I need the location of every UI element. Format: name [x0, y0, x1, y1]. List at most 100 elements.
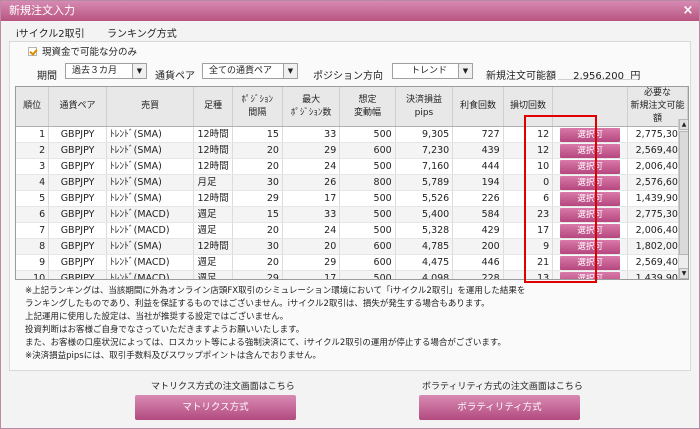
- cell-trade: ﾄﾚﾝﾄﾞ(SMA): [106, 126, 195, 143]
- cell-tp: 194: [452, 174, 504, 191]
- cell-trade: ﾄﾚﾝﾄﾞ(SMA): [106, 174, 195, 191]
- cell-trade: ﾄﾚﾝﾄﾞ(SMA): [106, 158, 195, 175]
- cell-max: 17: [282, 270, 341, 279]
- cell-trade: ﾄﾚﾝﾄﾞ(SMA): [106, 190, 195, 207]
- table-scrollbar[interactable]: ▲ ▼: [678, 119, 688, 279]
- cell-range: 800: [339, 174, 396, 191]
- cell-interval: 29: [232, 270, 283, 279]
- cell-pips: 5,328: [395, 222, 454, 239]
- cell-pair: GBPJPY: [48, 222, 107, 239]
- cell-pips: 5,789: [395, 174, 454, 191]
- scroll-up-icon[interactable]: ▲: [679, 119, 688, 130]
- cell-interval: 15: [232, 126, 283, 143]
- note-line: また、お客様の口座状況によっては、ロスカット等による強制決済にて、iサイクル2取…: [25, 338, 506, 348]
- note-line: ランキングしたものであり、利益を保証するものではございません。iサイクル2取引は…: [25, 299, 490, 309]
- cell-interval: 20: [232, 222, 283, 239]
- cell-range: 500: [339, 270, 396, 279]
- matrix-button[interactable]: マトリクス方式: [135, 395, 296, 420]
- cell-trade: ﾄﾚﾝﾄﾞ(MACD): [106, 270, 195, 279]
- period-label: 期間: [37, 71, 57, 82]
- available-unit: 円: [630, 71, 641, 82]
- period-select[interactable]: 過去３カ月 ▼: [65, 63, 147, 79]
- chevron-down-icon[interactable]: ▼: [458, 64, 472, 78]
- col-pair: 通貨ペア: [48, 87, 107, 127]
- cell-interval: 30: [232, 238, 283, 255]
- cell-pips: 4,475: [395, 254, 454, 271]
- col-tp: 利食回数: [452, 87, 504, 127]
- cell-pips: 7,160: [395, 158, 454, 175]
- cell-max: 24: [282, 158, 341, 175]
- cell-pair: GBPJPY: [48, 158, 107, 175]
- cell-tp: 228: [452, 270, 504, 279]
- col-max: 最大 ﾎﾟｼﾞｼｮﾝ数: [282, 87, 341, 127]
- cell-range: 600: [339, 238, 396, 255]
- chevron-down-icon[interactable]: ▼: [132, 64, 146, 78]
- cell-range: 600: [339, 142, 396, 159]
- cell-range: 500: [339, 126, 396, 143]
- select-column-highlight: [524, 115, 597, 283]
- cell-pips: 9,305: [395, 126, 454, 143]
- cell-tp: 200: [452, 238, 504, 255]
- cell-bar: 12時間: [193, 142, 233, 159]
- scroll-down-icon[interactable]: ▼: [679, 268, 688, 279]
- tab-bar: iサイクル2取引 ランキング方式: [1, 21, 699, 41]
- window-title: 新規注文入力: [9, 4, 75, 17]
- col-interval: ﾎﾟｼﾞｼｮﾝ 間隔: [232, 87, 283, 127]
- available-value: 2,956,200: [573, 71, 624, 82]
- cell-bar: 月足: [193, 174, 233, 191]
- cell-bar: 12時間: [193, 190, 233, 207]
- cell-pair: GBPJPY: [48, 254, 107, 271]
- cell-pips: 4,785: [395, 238, 454, 255]
- position-select[interactable]: トレンド ▼: [392, 63, 473, 79]
- cell-trade: ﾄﾚﾝﾄﾞ(SMA): [106, 142, 195, 159]
- cell-bar: 週足: [193, 254, 233, 271]
- cell-interval: 20: [232, 254, 283, 271]
- cell-bar: 12時間: [193, 238, 233, 255]
- cell-interval: 30: [232, 174, 283, 191]
- note-line: 上記運用に使用した設定は、当社が推奨する設定ではございません。: [25, 312, 289, 322]
- cell-tp: 429: [452, 222, 504, 239]
- tab-ranking[interactable]: ランキング方式: [107, 25, 177, 40]
- col-rank: 順位: [16, 87, 50, 127]
- pair-select[interactable]: 全ての通貨ペア ▼: [202, 63, 298, 79]
- volatility-button[interactable]: ボラティリティ方式: [419, 395, 580, 420]
- note-line: 投資判断はお客様ご自身でなさっていただきますようお願いいたします。: [25, 325, 305, 335]
- cell-tp: 439: [452, 142, 504, 159]
- note-line: ※上記ランキングは、当該期間に外為オンライン店頭FX取引のシミュレーション環境に…: [25, 286, 526, 296]
- cell-max: 24: [282, 222, 341, 239]
- cell-trade: ﾄﾚﾝﾄﾞ(SMA): [106, 238, 195, 255]
- cell-pair: GBPJPY: [48, 174, 107, 191]
- cell-range: 600: [339, 254, 396, 271]
- cell-rank: 5: [16, 190, 50, 207]
- cell-rank: 9: [16, 254, 50, 271]
- cell-rank: 6: [16, 206, 50, 223]
- cell-tp: 446: [452, 254, 504, 271]
- cell-interval: 15: [232, 206, 283, 223]
- cell-pair: GBPJPY: [48, 190, 107, 207]
- cell-interval: 20: [232, 158, 283, 175]
- own-funds-option[interactable]: 現資金で可能な分のみ: [28, 46, 137, 60]
- cell-trade: ﾄﾚﾝﾄﾞ(MACD): [106, 254, 195, 271]
- note-line: ※決済損益pipsには、取引手数料及びスワップポイントは含んでおりません。: [25, 351, 322, 361]
- available-label: 新規注文可能額: [486, 71, 556, 82]
- cell-pips: 7,230: [395, 142, 454, 159]
- cell-pair: GBPJPY: [48, 238, 107, 255]
- close-icon[interactable]: ×: [681, 4, 695, 18]
- cell-rank: 2: [16, 142, 50, 159]
- cell-tp: 226: [452, 190, 504, 207]
- position-value: トレンド: [411, 66, 448, 76]
- scroll-thumb[interactable]: [679, 131, 688, 255]
- tab-icycle2[interactable]: iサイクル2取引: [16, 25, 85, 40]
- cell-max: 20: [282, 238, 341, 255]
- cell-max: 29: [282, 142, 341, 159]
- cell-interval: 20: [232, 142, 283, 159]
- cell-pair: GBPJPY: [48, 270, 107, 279]
- cell-tp: 444: [452, 158, 504, 175]
- chevron-down-icon[interactable]: ▼: [283, 64, 297, 78]
- cell-bar: 12時間: [193, 158, 233, 175]
- cell-range: 500: [339, 158, 396, 175]
- cell-rank: 3: [16, 158, 50, 175]
- matrix-caption: マトリクス方式の注文画面はこちら: [151, 382, 295, 392]
- cell-bar: 週足: [193, 270, 233, 279]
- own-funds-checkbox[interactable]: [28, 47, 37, 56]
